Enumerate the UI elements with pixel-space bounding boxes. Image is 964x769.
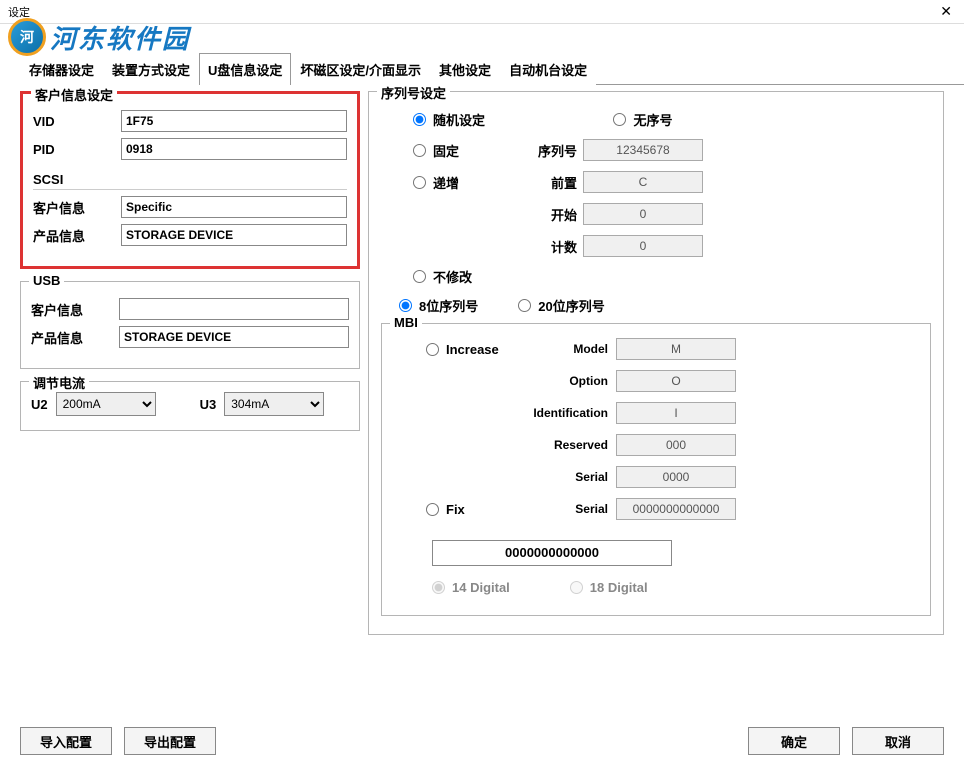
radio-nomod[interactable]: 不修改 [413, 267, 503, 286]
model-label: Model [516, 342, 616, 356]
usb-cust-input[interactable] [119, 298, 349, 320]
close-icon[interactable]: ✕ [936, 3, 956, 20]
radio-18digital[interactable]: 18 Digital [570, 580, 648, 595]
usb-cust-label: 客户信息 [31, 300, 119, 319]
radio-random[interactable]: 随机设定 [413, 110, 503, 129]
mbi-legend: MBI [390, 315, 422, 330]
tab-storage[interactable]: 存储器设定 [20, 53, 103, 85]
scsi-cust-label: 客户信息 [33, 198, 121, 217]
pid-label: PID [33, 142, 121, 157]
mbi-fieldset: MBI Increase Model M Option O Identifica… [381, 323, 931, 616]
reserved-label: Reserved [516, 438, 616, 452]
start-label: 开始 [503, 205, 583, 224]
prefix-value: C [583, 171, 703, 193]
cancel-button[interactable]: 取消 [852, 727, 944, 755]
count-label: 计数 [503, 237, 583, 256]
serial-value: 0000 [616, 466, 736, 488]
u2-label: U2 [31, 397, 48, 412]
fixed-serial-value: 12345678 [583, 139, 703, 161]
customer-legend: 客户信息设定 [31, 85, 117, 104]
usb-prod-input[interactable] [119, 326, 349, 348]
tab-usb-info[interactable]: U盘信息设定 [199, 53, 291, 85]
tab-device-mode[interactable]: 装置方式设定 [103, 53, 199, 85]
left-column: 客户信息设定 VID PID SCSI 客户信息 产品信息 USB 客户信息 [20, 91, 360, 647]
prefix-label: 前置 [503, 173, 583, 192]
radio-20digit[interactable]: 20位序列号 [518, 296, 604, 315]
big-serial-box: 0000000000000 [432, 540, 672, 566]
u3-label: U3 [200, 397, 217, 412]
option-label: Option [516, 374, 616, 388]
usb-fieldset: USB 客户信息 产品信息 [20, 281, 360, 369]
usb-legend: USB [29, 273, 64, 288]
customer-fieldset: 客户信息设定 VID PID SCSI 客户信息 产品信息 [20, 91, 360, 269]
radio-increment[interactable]: 递增 [413, 173, 503, 192]
fixed-serial-label: 序列号 [503, 141, 583, 160]
reserved-value: 000 [616, 434, 736, 456]
serial-label: Serial [516, 470, 616, 484]
right-column: 序列号设定 随机设定 无序号 固定 序列号 12345678 递增 前置 C 开… [368, 91, 944, 647]
scsi-cust-input[interactable] [121, 196, 347, 218]
tab-other[interactable]: 其他设定 [430, 53, 500, 85]
radio-fixed[interactable]: 固定 [413, 141, 503, 160]
pid-input[interactable] [121, 138, 347, 160]
bottom-bar: 导入配置 导出配置 确定 取消 [20, 727, 944, 755]
radio-none[interactable]: 无序号 [613, 110, 672, 129]
radio-8digit[interactable]: 8位序列号 [399, 296, 478, 315]
content-area: 客户信息设定 VID PID SCSI 客户信息 产品信息 USB 客户信息 [0, 85, 964, 653]
export-button[interactable]: 导出配置 [124, 727, 216, 755]
count-value: 0 [583, 235, 703, 257]
radio-increase[interactable]: Increase [426, 342, 516, 357]
fix-serial-value: 0000000000000 [616, 498, 736, 520]
tab-auto[interactable]: 自动机台设定 [500, 53, 596, 85]
vid-input[interactable] [121, 110, 347, 132]
u2-select[interactable]: 200mA [56, 392, 156, 416]
serial-legend: 序列号设定 [377, 83, 450, 102]
scsi-prod-input[interactable] [121, 224, 347, 246]
usb-prod-label: 产品信息 [31, 328, 119, 347]
radio-14digital[interactable]: 14 Digital [432, 580, 510, 595]
ok-button[interactable]: 确定 [748, 727, 840, 755]
logo: 河 河东软件园 [8, 18, 190, 56]
fix-serial-label: Serial [516, 502, 616, 516]
vid-label: VID [33, 114, 121, 129]
current-fieldset: 调节电流 U2 200mA U3 304mA [20, 381, 360, 431]
scsi-label: SCSI [33, 172, 347, 190]
scsi-prod-label: 产品信息 [33, 226, 121, 245]
radio-fix[interactable]: Fix [426, 502, 516, 517]
model-value: M [616, 338, 736, 360]
serial-fieldset: 序列号设定 随机设定 无序号 固定 序列号 12345678 递增 前置 C 开… [368, 91, 944, 635]
tab-badblock[interactable]: 坏磁区设定/介面显示 [291, 53, 430, 85]
logo-text: 河东软件园 [50, 19, 190, 56]
logo-icon: 河 [8, 18, 46, 56]
import-button[interactable]: 导入配置 [20, 727, 112, 755]
u3-select[interactable]: 304mA [224, 392, 324, 416]
option-value: O [616, 370, 736, 392]
start-value: 0 [583, 203, 703, 225]
ident-value: I [616, 402, 736, 424]
current-legend: 调节电流 [29, 373, 89, 392]
ident-label: Identification [516, 406, 616, 420]
tab-bar: 存储器设定 装置方式设定 U盘信息设定 坏磁区设定/介面显示 其他设定 自动机台… [20, 52, 964, 85]
